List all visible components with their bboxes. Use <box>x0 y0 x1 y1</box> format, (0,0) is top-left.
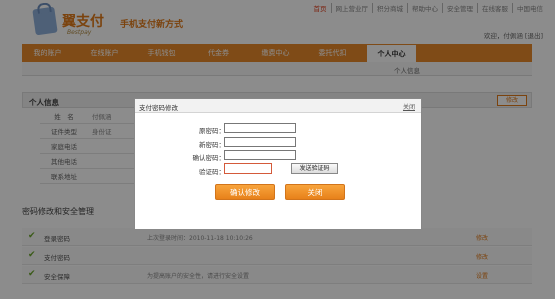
new-password-input[interactable] <box>224 137 296 147</box>
confirm-password-input[interactable] <box>224 150 296 160</box>
pay-password-dialog: 支付密码修改 关闭 原密码： 新密码： 确认密码： 验证码： 发送验证码 确认修… <box>134 98 422 230</box>
old-password-label: 原密码： <box>199 127 225 135</box>
old-password-input[interactable] <box>224 123 296 133</box>
confirm-password-label: 确认密码： <box>192 154 226 162</box>
close-button[interactable]: 关闭 <box>285 184 345 200</box>
verification-code-input[interactable] <box>224 163 272 174</box>
confirm-change-button[interactable]: 确认修改 <box>215 184 275 200</box>
new-password-label: 新密码： <box>199 141 225 149</box>
dialog-header: 支付密码修改 关闭 <box>135 99 421 113</box>
dialog-title: 支付密码修改 <box>139 104 178 112</box>
send-code-button[interactable]: 发送验证码 <box>291 163 338 174</box>
dialog-close-link[interactable]: 关闭 <box>403 102 415 111</box>
verification-code-label: 验证码： <box>199 168 225 176</box>
